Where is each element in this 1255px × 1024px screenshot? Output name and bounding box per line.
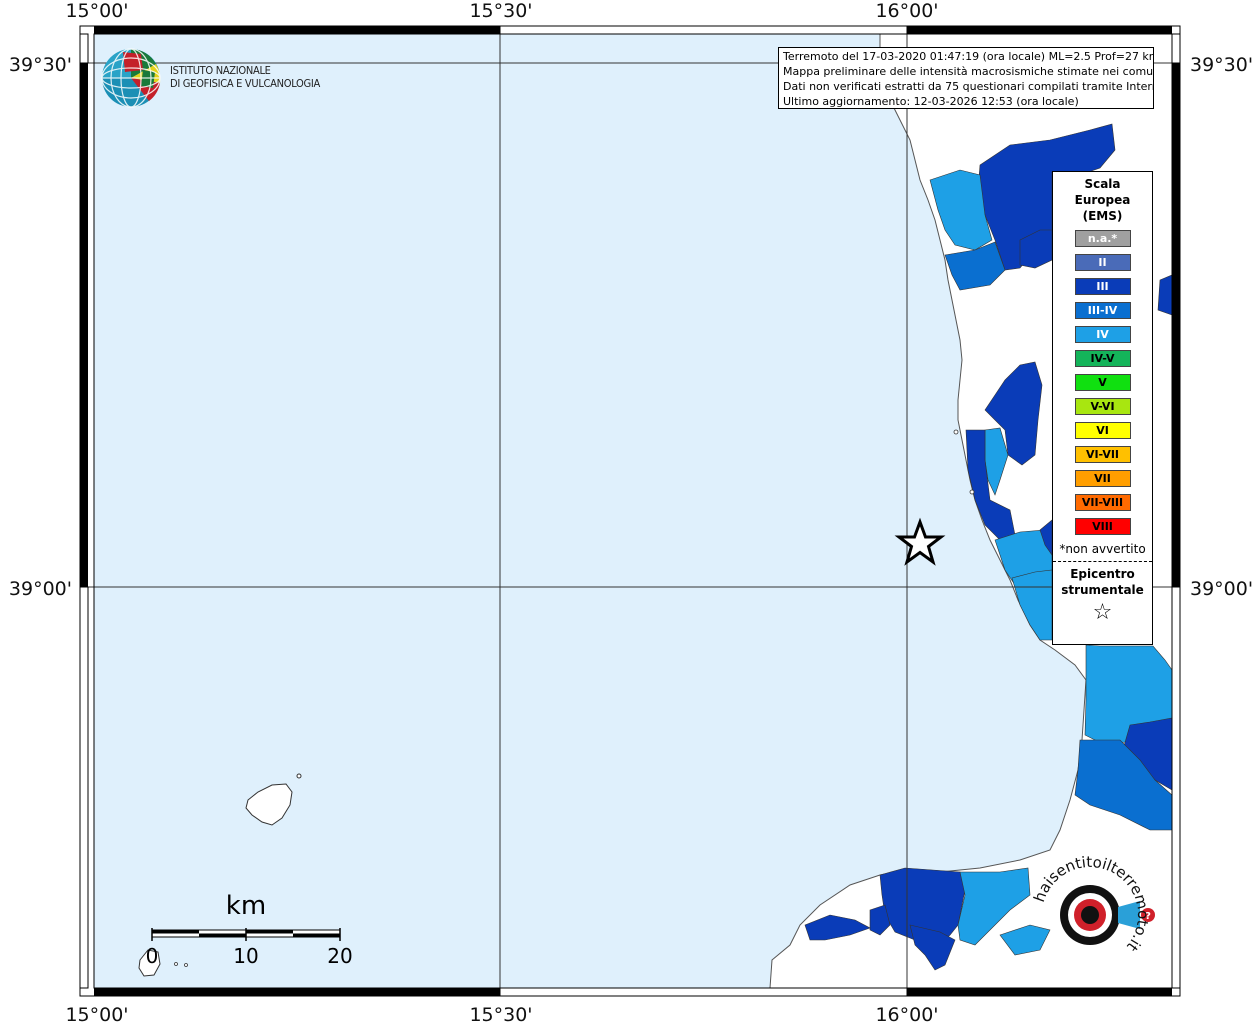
legend-epicenter-label: Epicentro strumentale bbox=[1053, 566, 1152, 598]
legend-title-line3: (EMS) bbox=[1082, 209, 1123, 223]
legend-swatch-na: n.a.* bbox=[1074, 230, 1131, 247]
legend-epicenter-line2: strumentale bbox=[1061, 583, 1144, 597]
legend-swatch-ivv: IV-V bbox=[1074, 350, 1131, 367]
islet-strombolicchio bbox=[296, 773, 302, 779]
legend-note: *non avvertito bbox=[1059, 542, 1146, 556]
scale-tick-20: 20 bbox=[327, 944, 352, 968]
legend-swatch-v: V bbox=[1074, 374, 1131, 391]
legend-swatch-viii: VIII bbox=[1074, 518, 1131, 535]
ingv-logo-line1: ISTITUTO NAZIONALE bbox=[170, 64, 271, 77]
legend-swatch-iv: IV bbox=[1074, 326, 1131, 343]
legend-epicenter-star-icon: ☆ bbox=[1092, 600, 1113, 625]
islet-coast-1 bbox=[953, 429, 959, 435]
legend-swatch-vi: VI bbox=[1074, 422, 1131, 439]
legend-swatch-vivii: VI-VII bbox=[1074, 446, 1131, 463]
ingv-logo-text: ISTITUTO NAZIONALE DI GEOFISICA E VULCAN… bbox=[170, 64, 320, 90]
legend-swatch-iii: III bbox=[1074, 278, 1131, 295]
event-info-box: Terremoto del 17-03-2020 01:47:19 (ora l… bbox=[778, 47, 1154, 109]
lon-label-bottom-2: 15°30' bbox=[469, 1004, 532, 1024]
islet-panarea-2 bbox=[184, 963, 188, 967]
ingv-logo-icon bbox=[101, 48, 161, 108]
legend-swatch-ii: II bbox=[1074, 254, 1131, 271]
lat-label-right-1: 39°30' bbox=[1190, 54, 1253, 76]
islet-coast-2 bbox=[969, 489, 975, 495]
lat-label-right-2: 39°00' bbox=[1190, 578, 1253, 600]
legend-swatches: n.a.* II III III-IV IV IV-V V V-VI VI VI-VII VII VI… bbox=[1053, 230, 1152, 535]
legend-title-line1: Scala bbox=[1084, 177, 1121, 191]
event-info-line3: Dati non verificati estratti da 75 quest… bbox=[783, 80, 1154, 93]
scale-tick-10: 10 bbox=[233, 944, 258, 968]
lat-label-left-1: 39°30' bbox=[9, 54, 72, 76]
ingv-logo-line2: DI GEOFISICA E VULCANOLOGIA bbox=[170, 77, 320, 90]
event-info-line2: Mappa preliminare delle intensità macros… bbox=[783, 65, 1154, 78]
legend-title: Scala Europea (EMS) bbox=[1053, 176, 1152, 224]
scale-unit-label: km bbox=[226, 891, 266, 921]
lon-label-top-1: 15°00' bbox=[65, 0, 128, 22]
lon-label-bottom-1: 15°00' bbox=[65, 1004, 128, 1024]
intensity-legend: Scala Europea (EMS) n.a.* II III III-IV IV IV… bbox=[1052, 171, 1153, 645]
event-info-line1: Terremoto del 17-03-2020 01:47:19 (ora l… bbox=[783, 50, 1154, 63]
legend-swatch-vvi: V-VI bbox=[1074, 398, 1131, 415]
legend-swatch-vii: VII bbox=[1074, 470, 1131, 487]
scale-tick-0: 0 bbox=[146, 944, 159, 968]
lon-label-top-3: 16°00' bbox=[875, 0, 938, 22]
lon-label-top-2: 15°30' bbox=[469, 0, 532, 22]
legend-epicenter-line1: Epicentro bbox=[1070, 567, 1135, 581]
legend-swatch-viiviii: VII-VIII bbox=[1074, 494, 1131, 511]
legend-separator bbox=[1053, 561, 1152, 562]
islet-panarea-1 bbox=[174, 962, 178, 966]
legend-title-line2: Europea bbox=[1074, 193, 1131, 207]
event-info-line4: Ultimo aggiornamento: 12-03-2026 12:53 (… bbox=[783, 95, 1079, 108]
legend-swatch-iiiiv: III-IV bbox=[1074, 302, 1131, 319]
lon-label-bottom-3: 16°00' bbox=[875, 1004, 938, 1024]
lat-label-left-2: 39°00' bbox=[9, 578, 72, 600]
